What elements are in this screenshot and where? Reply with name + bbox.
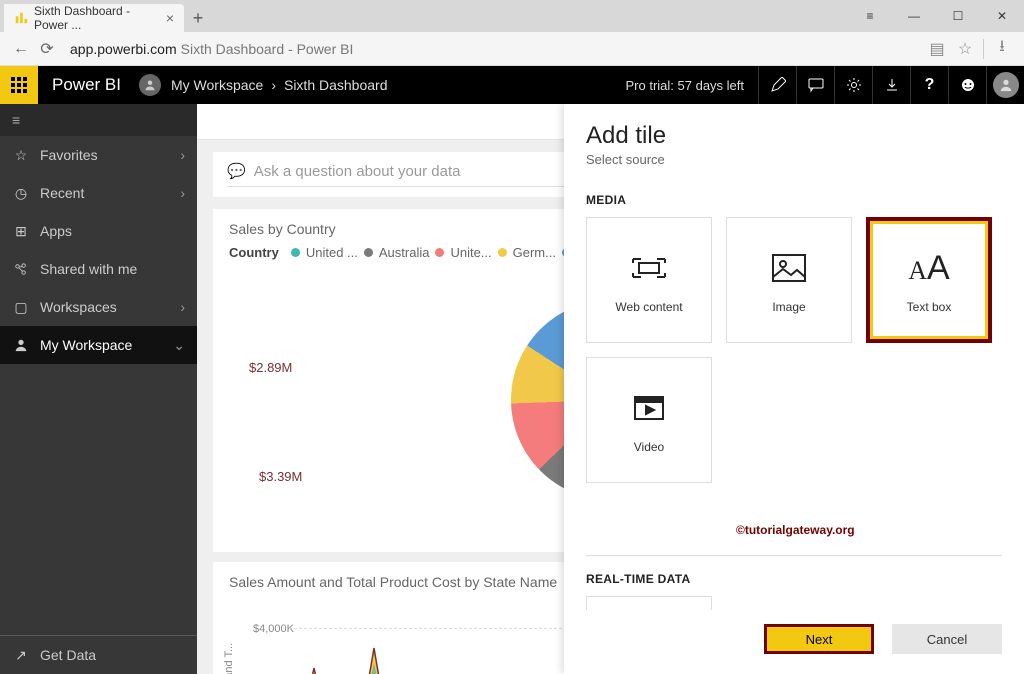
breadcrumb: My Workspace › Sixth Dashboard xyxy=(171,77,388,93)
tile-label: Text box xyxy=(907,300,952,314)
maximize-icon[interactable]: ☐ xyxy=(936,0,980,32)
text-box-icon: AA xyxy=(908,246,949,290)
next-button[interactable]: Next xyxy=(764,624,874,654)
sidebar-item-apps[interactable]: ⊞ Apps xyxy=(0,212,197,250)
tile-text-box[interactable]: AA Text box xyxy=(866,217,992,343)
chat-icon: 💬 xyxy=(227,162,246,180)
image-icon xyxy=(769,246,809,290)
browser-tab-strip: Sixth Dashboard - Power ... × + ≡ — ☐ ✕ xyxy=(0,0,1024,32)
chevron-right-icon: › xyxy=(180,299,185,315)
clock-icon: ◷ xyxy=(12,185,30,202)
new-tab-button[interactable]: + xyxy=(184,4,212,32)
share-icon xyxy=(12,262,30,276)
panel-subtitle: Select source xyxy=(586,152,1002,167)
tile-label: Web content xyxy=(615,300,682,314)
close-window-icon[interactable]: ✕ xyxy=(980,0,1024,32)
video-icon xyxy=(629,386,669,430)
sidebar-item-favorites[interactable]: ☆ Favorites › xyxy=(0,136,197,174)
minimize-icon[interactable]: — xyxy=(892,0,936,32)
sidebar-item-label: Workspaces xyxy=(40,299,117,315)
browser-tab[interactable]: Sixth Dashboard - Power ... × xyxy=(4,4,184,32)
sidebar-item-label: Get Data xyxy=(40,647,96,663)
help-icon[interactable]: ? xyxy=(910,66,948,104)
breadcrumb-dashboard[interactable]: Sixth Dashboard xyxy=(284,77,388,93)
get-data-icon: ↗ xyxy=(12,647,30,664)
web-content-icon xyxy=(629,246,669,290)
reader-icon[interactable]: ▤ xyxy=(923,35,951,63)
url-path: Sixth Dashboard - Power BI xyxy=(181,41,354,57)
sidebar-item-label: My Workspace xyxy=(40,337,132,353)
y-tick: $4,000K xyxy=(253,623,294,635)
panel-title: Add tile xyxy=(586,122,1002,150)
pro-trial-label: Pro trial: 57 days left xyxy=(626,78,759,93)
chevron-right-icon: › xyxy=(180,185,185,201)
tile-realtime[interactable] xyxy=(586,596,712,610)
feedback-icon[interactable] xyxy=(948,66,986,104)
workspaces-icon: ▢ xyxy=(12,299,30,316)
sidebar-item-shared[interactable]: Shared with me xyxy=(0,250,197,288)
brand-label: Power BI xyxy=(52,75,121,95)
section-media-label: MEDIA xyxy=(586,193,1002,207)
star-icon: ☆ xyxy=(12,147,30,164)
address-bar: ← ⟳ app.powerbi.com Sixth Dashboard - Po… xyxy=(0,32,1024,66)
collapse-sidebar-button[interactable]: ≡ xyxy=(0,104,197,136)
star-icon[interactable]: ☆ xyxy=(951,35,979,63)
sidebar-item-recent[interactable]: ◷ Recent › xyxy=(0,174,197,212)
tile-video[interactable]: Video xyxy=(586,357,712,483)
gear-icon[interactable] xyxy=(834,66,872,104)
sidebar-get-data[interactable]: ↗ Get Data xyxy=(0,636,197,674)
section-realtime-label: REAL-TIME DATA xyxy=(586,572,1002,586)
download-top-icon[interactable] xyxy=(872,66,910,104)
user-icon xyxy=(139,74,161,96)
waffle-icon xyxy=(11,77,27,93)
tile-label: Image xyxy=(772,300,805,314)
sidebar-item-label: Shared with me xyxy=(40,261,137,277)
tile-label: Video xyxy=(634,440,664,454)
sidebar-item-workspaces[interactable]: ▢ Workspaces › xyxy=(0,288,197,326)
url-host: app.powerbi.com xyxy=(70,41,177,57)
cancel-button[interactable]: Cancel xyxy=(892,624,1002,654)
back-button[interactable]: ← xyxy=(8,36,34,62)
download-icon[interactable]: ⭳ xyxy=(988,35,1016,63)
pie-label: $3.39M xyxy=(259,469,302,484)
user-icon xyxy=(12,338,30,352)
tile-image[interactable]: Image xyxy=(726,217,852,343)
tab-title: Sixth Dashboard - Power ... xyxy=(34,4,166,32)
sidebar-item-label: Recent xyxy=(40,185,84,201)
app-topbar: Power BI My Workspace › Sixth Dashboard … xyxy=(0,66,1024,104)
close-icon[interactable]: × xyxy=(166,10,174,26)
watermark: ©tutorialgateway.org xyxy=(736,523,1002,537)
url-field[interactable]: app.powerbi.com Sixth Dashboard - Power … xyxy=(60,41,923,57)
sidebar-item-my-workspace[interactable]: My Workspace ⌄ xyxy=(0,326,197,364)
comment-icon[interactable] xyxy=(796,66,834,104)
breadcrumb-workspace[interactable]: My Workspace xyxy=(171,77,263,93)
chevron-right-icon: › xyxy=(180,147,185,163)
waffle-button[interactable] xyxy=(0,66,38,104)
sidebar-item-label: Favorites xyxy=(40,147,98,163)
qna-placeholder: Ask a question about your data xyxy=(254,163,461,180)
y-axis-label: sAmount and T... xyxy=(223,643,235,674)
add-tile-panel: Add tile Select source MEDIA Web content… xyxy=(564,104,1024,674)
chevron-down-icon: ⌄ xyxy=(173,337,185,354)
edit-icon[interactable] xyxy=(758,66,796,104)
avatar[interactable] xyxy=(986,66,1024,104)
tile-web-content[interactable]: Web content xyxy=(586,217,712,343)
menu-icon[interactable]: ≡ xyxy=(848,0,892,32)
apps-icon: ⊞ xyxy=(12,223,30,240)
chart-icon xyxy=(14,11,28,25)
sidebar-item-label: Apps xyxy=(40,223,72,239)
reload-button[interactable]: ⟳ xyxy=(34,36,60,62)
chevron-right-icon: › xyxy=(271,77,276,93)
pie-label: $2.89M xyxy=(249,360,292,375)
sidebar: ≡ ☆ Favorites › ◷ Recent › ⊞ Apps Shared… xyxy=(0,104,197,674)
